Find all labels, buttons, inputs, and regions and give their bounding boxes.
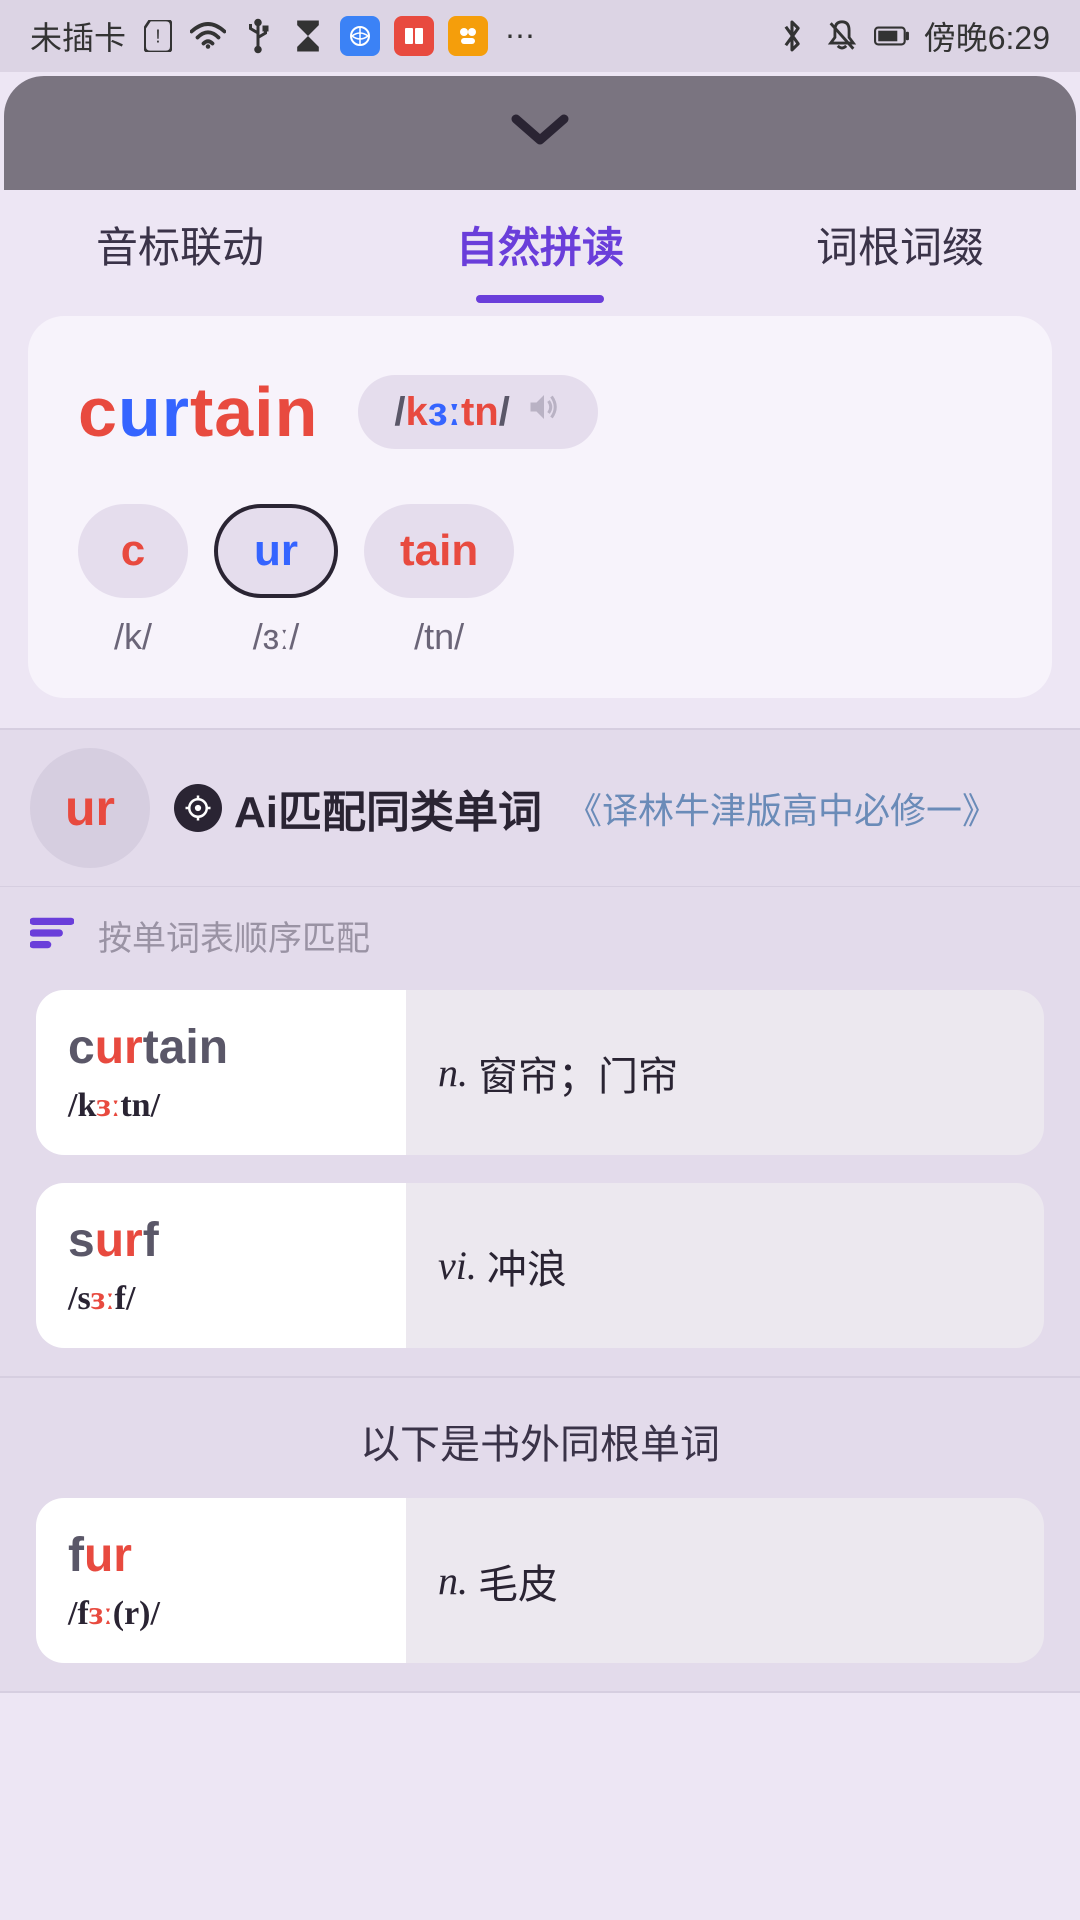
- word-left: fur /fɜː(r)/: [36, 1498, 406, 1663]
- word-def: vi.冲浪: [406, 1183, 1044, 1348]
- tab-phonics[interactable]: 自然拼读: [360, 214, 720, 275]
- segment-c: c /k/: [78, 504, 188, 658]
- segment-ipa-ur: /ɜː/: [253, 616, 300, 658]
- bluetooth-icon: [774, 18, 810, 54]
- word-part-ur: ur: [118, 373, 190, 451]
- word-text: curtain: [68, 1020, 374, 1075]
- status-left: 未插卡 ! ⋯: [30, 13, 538, 59]
- more-icon: ⋯: [502, 18, 538, 54]
- ai-section: ur Ai匹配同类单词 《译林牛津版高中必修一》 按单词表顺序匹配 curtai…: [0, 728, 1080, 1693]
- segment-pill-c[interactable]: c: [78, 504, 188, 598]
- word-part-c: c: [78, 373, 118, 451]
- battery-icon: [874, 18, 910, 54]
- clock-time: 傍晚6:29: [924, 13, 1050, 59]
- wifi-icon: [190, 18, 226, 54]
- app-icon-2: [394, 16, 434, 56]
- word-left: surf /sɜːf/: [36, 1183, 406, 1348]
- word-left: curtain /kɜːtn/: [36, 990, 406, 1155]
- word-main-row: curtain /kɜːtn/: [78, 372, 1002, 452]
- sim-card-icon: !: [140, 18, 176, 54]
- segment-row: c /k/ ur /ɜː/ tain /tn/: [78, 504, 1002, 658]
- word-item-fur[interactable]: fur /fɜː(r)/ n.毛皮: [36, 1498, 1044, 1663]
- extra-section-title: 以下是书外同根单词: [0, 1408, 1080, 1498]
- chevron-down-icon: [510, 113, 570, 154]
- collapse-bar[interactable]: [4, 76, 1076, 190]
- tabs: 音标联动 自然拼读 词根词缀: [0, 190, 1080, 298]
- ipa-text: /kɜːtn/: [394, 390, 509, 435]
- status-bar: 未插卡 ! ⋯ 傍晚6:29: [0, 0, 1080, 72]
- word-item-surf[interactable]: surf /sɜːf/ vi.冲浪: [36, 1183, 1044, 1348]
- ai-title-row: Ai匹配同类单词: [174, 776, 542, 840]
- word-main: curtain: [78, 372, 318, 452]
- usb-icon: [240, 18, 276, 54]
- word-list-extra: fur /fɜː(r)/ n.毛皮: [0, 1498, 1080, 1663]
- tab-phonetic[interactable]: 音标联动: [0, 214, 360, 275]
- status-right: 傍晚6:29: [774, 13, 1050, 59]
- speaker-icon: [526, 389, 562, 435]
- segment-tain: tain /tn/: [364, 504, 514, 658]
- app-icon-1: [340, 16, 380, 56]
- word-def: n.窗帘；门帘: [406, 990, 1044, 1155]
- word-ipa: /sɜːf/: [68, 1280, 374, 1318]
- sim-status: 未插卡: [30, 13, 126, 59]
- ai-header: ur Ai匹配同类单词 《译林牛津版高中必修一》: [0, 730, 1080, 886]
- segment-ipa-tain: /tn/: [414, 616, 464, 658]
- tab-roots[interactable]: 词根词缀: [720, 214, 1080, 275]
- dnd-icon: [824, 18, 860, 54]
- word-list: curtain /kɜːtn/ n.窗帘；门帘 surf /sɜːf/ vi: [0, 990, 1080, 1348]
- sort-icon: [30, 917, 74, 954]
- word-ipa: /kɜːtn/: [68, 1087, 374, 1125]
- segment-pill-tain[interactable]: tain: [364, 504, 514, 598]
- brain-icon: [174, 784, 222, 832]
- word-text: fur: [68, 1528, 374, 1583]
- word-card: curtain /kɜːtn/ c /k/ ur /ɜː/ tain /tn/: [28, 316, 1052, 698]
- hourglass-icon: [290, 18, 326, 54]
- word-ipa: /fɜː(r)/: [68, 1595, 374, 1633]
- pronunciation-pill[interactable]: /kɜːtn/: [358, 375, 597, 449]
- sort-label: 按单词表顺序匹配: [98, 911, 370, 960]
- segment-ipa-c: /k/: [114, 616, 152, 658]
- word-part-tain: tain: [190, 373, 318, 451]
- word-text: surf: [68, 1213, 374, 1268]
- divider: [0, 1376, 1080, 1378]
- word-item-curtain[interactable]: curtain /kɜːtn/ n.窗帘；门帘: [36, 990, 1044, 1155]
- svg-text:!: !: [155, 26, 160, 47]
- ai-subtitle: 《译林牛津版高中必修一》: [566, 782, 998, 834]
- pattern-badge: ur: [30, 748, 150, 868]
- segment-ur: ur /ɜː/: [214, 504, 338, 658]
- segment-pill-ur[interactable]: ur: [214, 504, 338, 598]
- ai-title: Ai匹配同类单词: [234, 776, 542, 840]
- word-def: n.毛皮: [406, 1498, 1044, 1663]
- app-icon-3: [448, 16, 488, 56]
- sort-row[interactable]: 按单词表顺序匹配: [0, 886, 1080, 990]
